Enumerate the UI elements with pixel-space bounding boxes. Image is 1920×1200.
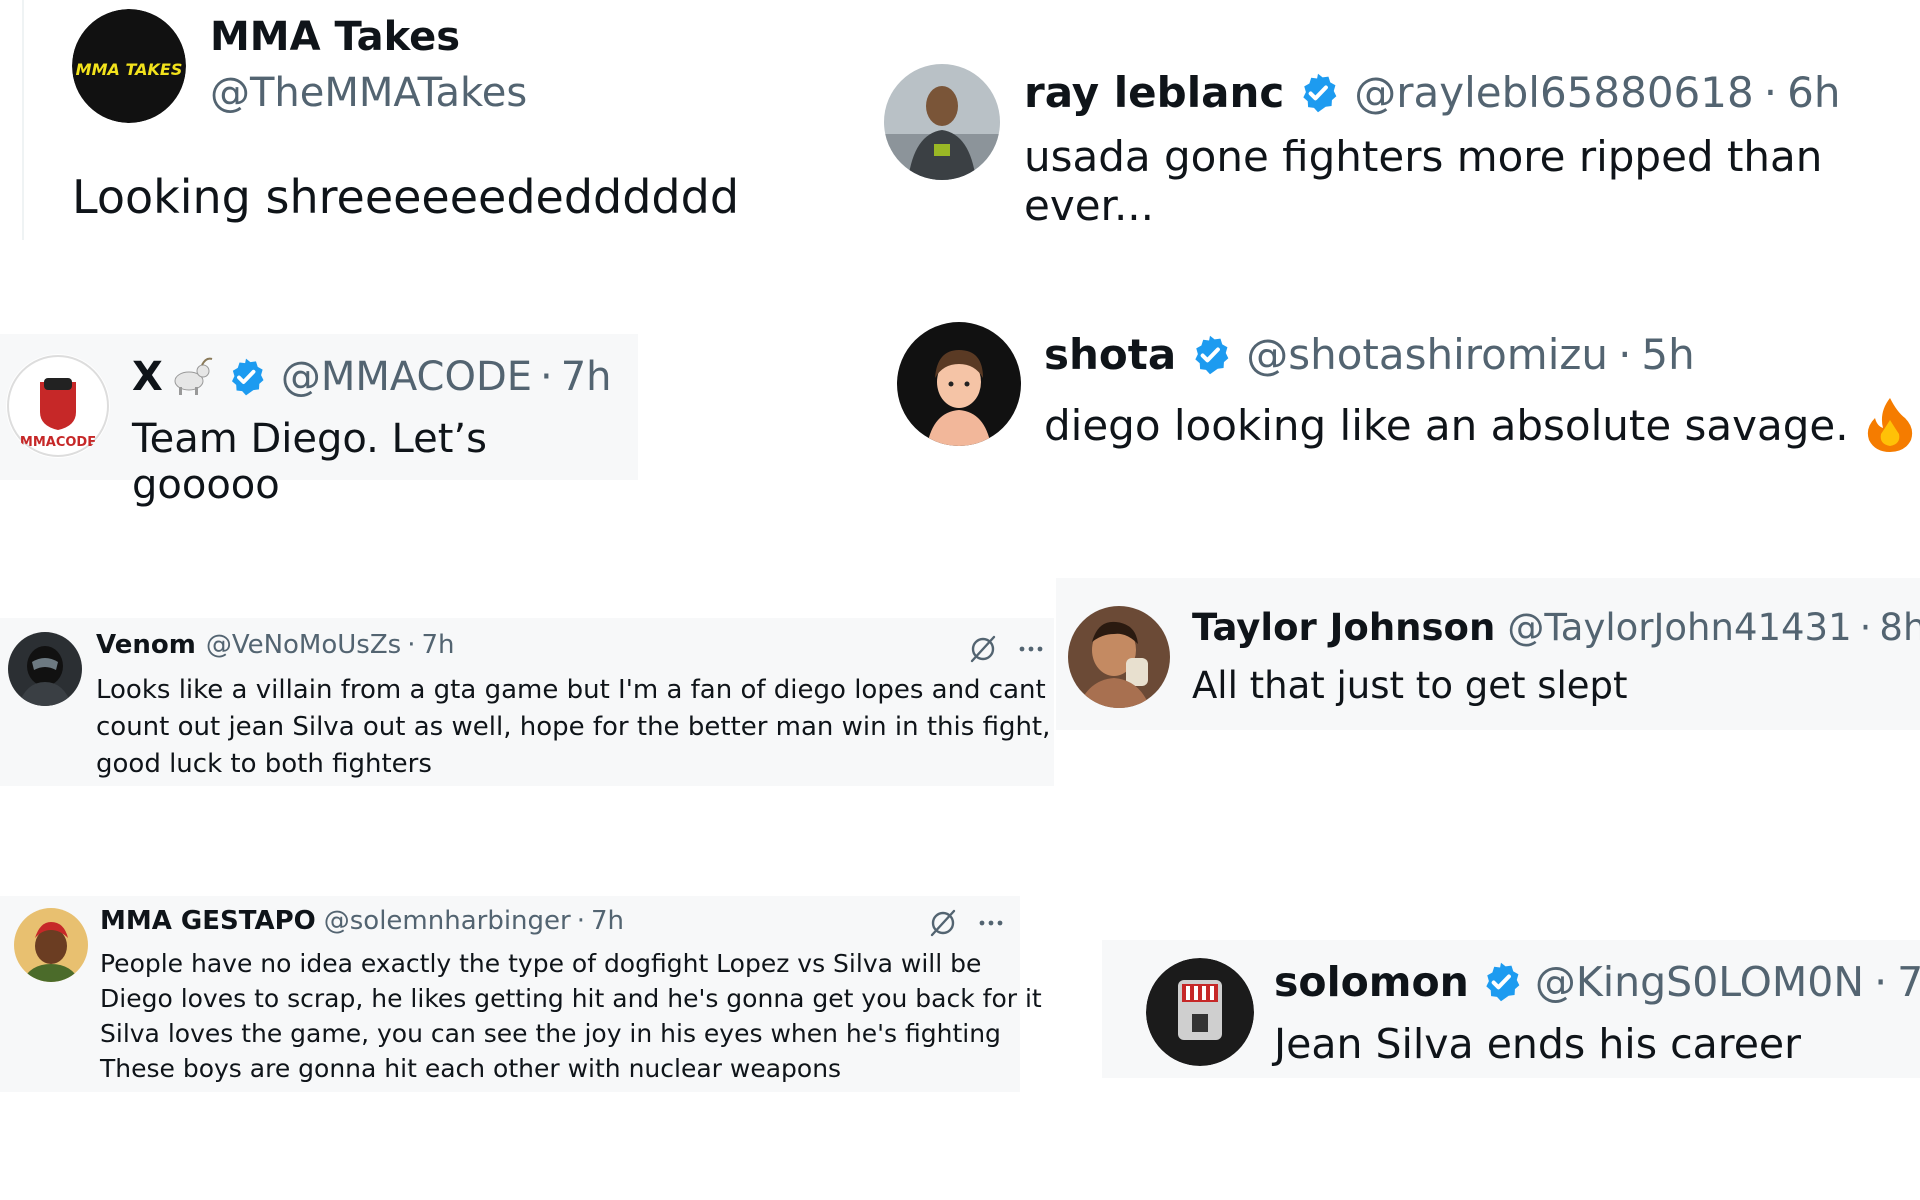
separator-dot: · (1874, 958, 1888, 1006)
author-name[interactable]: ray leblanc (1024, 68, 1284, 117)
more-dots-icon[interactable] (1016, 634, 1046, 668)
separator-dot: · (1618, 330, 1632, 379)
author-handle[interactable]: @solemnharbinger (324, 906, 571, 936)
shota-illustration (897, 322, 1021, 446)
author-name[interactable]: X (132, 354, 163, 400)
ray-leblanc-photo (884, 64, 1000, 180)
timestamp[interactable]: 5h (1641, 330, 1694, 379)
tweet-solomon[interactable]: solomon @KingS0LOM0N · 7h Jean Silva end… (1102, 940, 1920, 1078)
tweet-venom[interactable]: Venom @VeNoMoUsZs · 7h Looks like a vill… (0, 618, 1054, 786)
separator-dot: · (1859, 606, 1872, 649)
mma-gestapo-photo (14, 908, 88, 982)
tweet-text-line: People have no idea exactly the type of … (100, 949, 982, 978)
avatar-mmacode[interactable]: MMACODE (6, 354, 110, 458)
verified-badge-icon (1188, 333, 1232, 377)
tweet-ray-leblanc[interactable]: ray leblanc @raylebl65880618 · 6h usada … (880, 50, 1920, 230)
tweet-text: Team Diego. Let’s gooooo (132, 416, 487, 508)
avatar-mma-gestapo[interactable] (14, 908, 88, 982)
tweet-mma-gestapo[interactable]: MMA GESTAPO @solemnharbinger · 7h People… (0, 896, 1042, 1092)
goat-icon (169, 357, 215, 397)
separator-dot: · (407, 630, 416, 660)
avatar-shota[interactable] (897, 322, 1021, 446)
avatar-solomon[interactable] (1146, 958, 1254, 1066)
tweet-shota[interactable]: shota @shotashiromizu · 5h diego looking… (890, 310, 1920, 460)
tweet-text-line: These boys are gonna hit each other with… (100, 1054, 842, 1083)
author-name[interactable]: MMA Takes (210, 14, 460, 60)
tweet-text-line: Silva loves the game, you can see the jo… (100, 1019, 1001, 1048)
author-handle[interactable]: @VeNoMoUsZs (206, 630, 401, 660)
author-handle[interactable]: @KingS0LOM0N (1535, 958, 1864, 1006)
timestamp[interactable]: 7h (561, 354, 612, 400)
grok-icon[interactable] (928, 908, 958, 942)
tweet-text: All that just to get slept (1192, 664, 1628, 707)
fire-icon (1863, 396, 1917, 454)
grok-icon[interactable] (968, 634, 998, 668)
timestamp[interactable]: 7h (591, 906, 624, 936)
author-handle[interactable]: @shotashiromizu (1246, 330, 1608, 379)
avatar-venom[interactable] (8, 632, 82, 706)
timestamp[interactable]: 6h (1787, 68, 1840, 117)
tweet-text: diego looking like an absolute savage. (1044, 400, 1849, 450)
avatar-ray-leblanc[interactable] (884, 64, 1000, 180)
author-name[interactable]: Taylor Johnson (1192, 606, 1495, 649)
tweet-mma-takes[interactable]: MMA TAKES MMA Takes @TheMMATakes Looking… (22, 0, 782, 240)
author-handle[interactable]: @raylebl65880618 (1354, 68, 1753, 117)
separator-dot: · (540, 354, 553, 400)
author-handle[interactable]: @MMACODE (281, 354, 532, 400)
mmacode-logo-text: MMACODE (20, 435, 96, 450)
tweet-text: People have no idea exactly the type of … (100, 946, 1042, 1086)
avatar-taylor-johnson[interactable] (1068, 606, 1170, 708)
tweet-text-line: Looks like a villain from a gta game but… (96, 675, 1046, 705)
tweet-text: Jean Silva ends his career (1274, 1020, 1802, 1068)
tweet-text-line: count out jean Silva out as well, hope f… (96, 712, 1051, 742)
tweet-text-line: Diego loves to scrap, he likes getting h… (100, 984, 1042, 1013)
verified-badge-icon (1296, 71, 1340, 115)
author-name[interactable]: Venom (96, 630, 196, 660)
timestamp[interactable]: 7h (421, 630, 454, 660)
verified-badge-icon (1479, 960, 1523, 1004)
author-name[interactable]: MMA GESTAPO (100, 906, 316, 936)
avatar-mma-takes[interactable]: MMA TAKES (72, 9, 186, 123)
author-handle[interactable]: @TheMMATakes (210, 70, 527, 116)
separator-dot: · (1763, 68, 1778, 117)
tweet-text: Looks like a villain from a gta game but… (96, 672, 1050, 783)
tweet-taylor-johnson[interactable]: Taylor Johnson @TaylorJohn41431 · 8h All… (1056, 578, 1920, 730)
author-handle[interactable]: @TaylorJohn41431 (1507, 606, 1851, 649)
tweet-text: Looking shreeeeeededddddd (72, 170, 740, 224)
timestamp[interactable]: 7h (1897, 958, 1920, 1006)
separator-dot: · (576, 906, 585, 936)
author-name[interactable]: solomon (1274, 958, 1469, 1006)
taylor-johnson-photo (1068, 606, 1170, 708)
timestamp[interactable]: 8h (1879, 606, 1920, 649)
tweet-mmacode[interactable]: MMACODE X @MMACODE · 7h Team Diego. Let’… (0, 334, 638, 508)
mma-takes-logo-text: MMA TAKES (76, 60, 183, 79)
mma-takes-logo: MMA TAKES (72, 9, 186, 123)
mmacode-logo: MMACODE (6, 354, 110, 458)
author-name[interactable]: shota (1044, 330, 1176, 379)
solomon-logo (1146, 958, 1254, 1066)
tweet-text-line: good luck to both fighters (96, 749, 432, 779)
more-dots-icon[interactable] (976, 908, 1006, 942)
verified-badge-icon (225, 356, 267, 398)
tweet-text: usada gone fighters more ripped than eve… (1024, 132, 1823, 230)
venom-photo (8, 632, 82, 706)
